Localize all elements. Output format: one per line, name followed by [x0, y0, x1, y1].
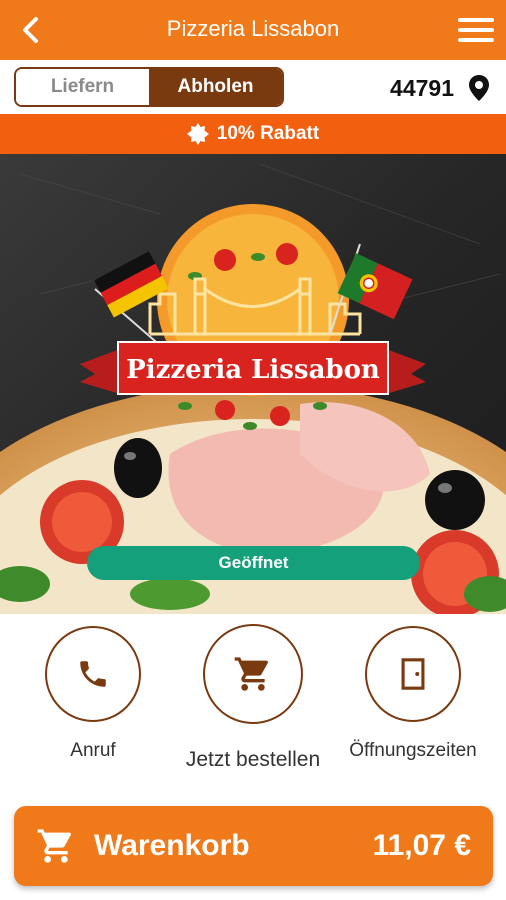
hero-image: Pizzeria Lissabon — [0, 154, 506, 614]
open-status-badge: Geöffnet — [87, 546, 420, 580]
badge-icon — [186, 123, 209, 145]
call-button[interactable] — [45, 626, 141, 722]
call-label: Anruf — [70, 740, 116, 761]
page-title: Pizzeria Lissabon — [166, 16, 340, 41]
postal-code[interactable]: 44791 — [390, 75, 454, 102]
logo-text: Pizzeria Lissabon — [126, 355, 380, 385]
call-action[interactable]: Anruf — [18, 626, 168, 786]
phone-icon — [80, 661, 106, 687]
order-mode-toggle: Liefern Abholen — [14, 67, 284, 107]
order-now-button[interactable] — [203, 624, 303, 724]
order-now-label: Jetzt bestellen — [185, 748, 321, 771]
opening-hours-action[interactable]: Öffnungszeiten — [338, 626, 488, 786]
opening-hours-label: Öffnungszeiten — [349, 740, 477, 761]
discount-text: 10% Rabatt — [216, 123, 320, 144]
order-now-action[interactable]: Jetzt bestellen — [178, 624, 328, 786]
cart-button[interactable]: Warenkorb 11,07 € — [14, 806, 493, 886]
door-icon — [401, 658, 425, 690]
delivery-option[interactable]: Liefern — [16, 69, 149, 105]
app-bar: Pizzeria Lissabon — [0, 0, 506, 60]
cart-icon — [37, 829, 71, 863]
cart-icon — [234, 657, 268, 691]
quick-actions: Anruf Jetzt bestellen Öffnungszeiten — [0, 614, 506, 794]
order-mode-bar: Liefern Abholen 44791 — [0, 60, 506, 114]
location-pin-icon[interactable] — [468, 74, 490, 102]
cart-total: 11,07 € — [372, 829, 471, 862]
cart-label: Warenkorb — [94, 829, 250, 862]
pickup-option[interactable]: Abholen — [149, 69, 282, 105]
discount-banner: 10% Rabatt — [0, 114, 506, 154]
hero-banner: Pizzeria Lissabon Geöffnet — [0, 154, 506, 614]
opening-hours-button[interactable] — [365, 626, 461, 722]
hamburger-menu-icon[interactable] — [456, 14, 496, 46]
